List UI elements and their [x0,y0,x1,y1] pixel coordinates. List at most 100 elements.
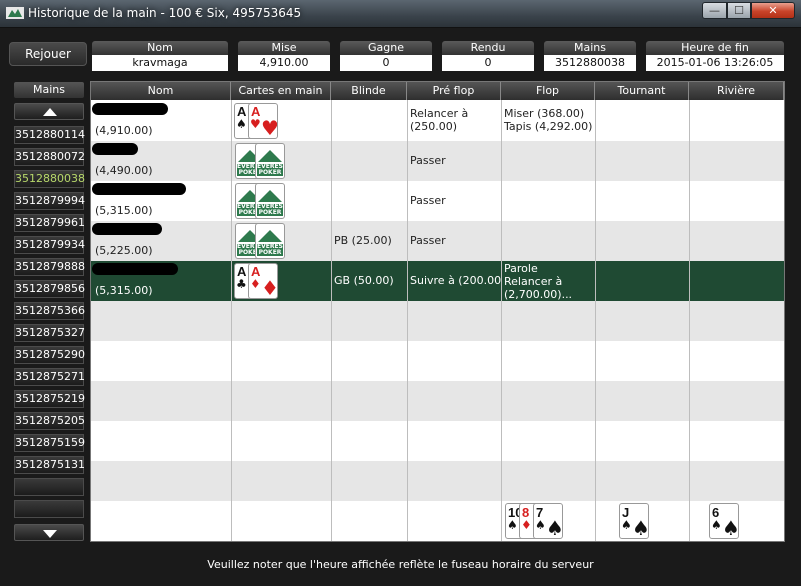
hand-list-item[interactable]: 3512875327 [14,324,85,342]
summary-hand: Mains 3512880038 [544,41,636,71]
card-suit-icon: ♠ [632,516,649,539]
card-suit-small-icon: ♦ [521,518,532,532]
card-suit-small-icon: ♠ [236,117,247,131]
preflop-action-cell: Passer [407,181,501,221]
table-row[interactable] [91,381,784,421]
player-cell: (5,225.00) [91,221,231,261]
table-row[interactable] [91,301,784,341]
table-row[interactable]: (4,490.00) EVEREST POKER EVEREST POKER Pass… [91,141,784,181]
column-divider [231,100,232,541]
flop-action-cell [501,141,595,181]
preflop-action: Passer [410,234,446,247]
blind-action: GB (50.00) [334,274,394,287]
hand-list-item[interactable]: 3512875205 [14,412,85,430]
flop-action-cell [501,221,595,261]
hand-list-item[interactable]: 3512879994 [14,192,85,210]
card-suit-small-icon: ♠ [711,518,722,532]
table-row[interactable]: (4,910.00) A♠♠A♥♥ Relancer à (250.00) Miser… [91,101,784,141]
column-header[interactable]: Tournant [595,82,689,100]
column-header[interactable]: Pré flop [407,82,501,100]
player-cell: (4,910.00) [91,101,231,141]
player-stack: (5,315.00) [95,284,153,297]
column-divider [331,100,332,541]
flop-card: 7 ♠ ♠ [533,503,563,539]
card-suit-icon: ♠ [722,516,739,539]
table-row[interactable]: (5,315.00) EVEREST POKER EVEREST POKER Pass… [91,181,784,221]
column-divider [501,100,502,541]
table-row[interactable] [91,421,784,461]
hand-list-item[interactable]: 3512875131 [14,456,85,474]
hand-list-item[interactable]: 3512879888 [14,258,85,276]
player-stack: (4,910.00) [95,124,153,137]
summary-label: Nom [92,41,228,55]
close-button[interactable]: ✕ [751,2,795,19]
player-cell: (4,490.00) [91,141,231,181]
summary-won: Gagne 0 [340,41,432,71]
hand-list-item[interactable]: 3512875271 [14,368,85,386]
preflop-action: Suivre à (200.00) [410,274,501,287]
replay-button[interactable]: Rejouer [9,42,87,66]
summary-value: 0 [340,55,432,71]
hole-cards-cell: A♣♣A♦♦ [231,261,331,301]
card-back-brand: EVEREST POKER [257,163,285,176]
card-suit-icon: ♠ [546,516,563,539]
table-row[interactable] [91,461,784,501]
player-cell: (5,315.00) [91,261,231,301]
summary-returned: Rendu 0 [442,41,534,71]
arrow-up-icon [43,108,57,116]
arrow-down-icon [43,530,57,538]
column-header[interactable]: Nom [91,82,231,100]
flop-action: Miser (368.00) Tapis (4,292.00) [504,107,593,133]
hand-list-item[interactable]: 3512880072 [14,148,85,166]
card-suit-icon: ♦ [261,276,278,299]
hole-card: A ♥ ♥ [248,103,278,139]
preflop-action: Relancer à (250.00) [410,107,469,133]
maximize-button[interactable]: ☐ [727,2,751,19]
scroll-up-button[interactable] [14,103,84,120]
river-card: 6 ♠ ♠ [709,503,739,539]
summary-value: 0 [442,55,534,71]
hand-list-item[interactable]: 3512875290 [14,346,85,364]
hand-list-item[interactable]: 3512879961 [14,214,85,232]
card-suit-small-icon: ♥ [250,117,261,131]
table-row[interactable]: (5,225.00) EVEREST POKER EVEREST POKER PB (… [91,221,784,261]
card-back: EVEREST POKER [255,183,285,219]
card-back: EVEREST POKER [255,223,285,259]
scroll-down-button[interactable] [14,524,84,541]
preflop-action-cell: Relancer à (250.00) [407,101,501,141]
hand-list: 3512880114 3512880072 3512880038 3512879994… [14,126,85,522]
preflop-action-cell: Passer [407,221,501,261]
column-header[interactable]: Blinde [331,82,407,100]
blind-action-cell [331,141,407,181]
column-header[interactable]: Rivière [689,82,784,100]
blind-action: PB (25.00) [334,234,392,247]
card-suit-small-icon: ♠ [535,518,546,532]
tree-logo-icon [258,150,282,162]
hand-history-table: Nom Cartes en main Blinde Pré flop Flop Tourn… [90,81,785,542]
table-row[interactable]: (5,315.00) A♣♣A♦♦GB (50.00) Suivre à (200.… [91,261,784,301]
player-stack: (5,225.00) [95,244,153,257]
summary-label: Heure de fin [646,41,784,55]
table-row[interactable] [91,341,784,381]
hand-list-item[interactable]: 3512879934 [14,236,85,254]
hands-header: Mains [14,82,84,98]
hand-list-item[interactable]: 3512880114 [14,126,85,144]
hand-list-item[interactable]: 3512880038 [14,170,85,188]
card-back: EVEREST POKER [255,143,285,179]
turn-card: J ♠ ♠ [619,503,649,539]
flop-action-cell: Parole Relancer à (2,700.00)... [501,261,595,301]
hand-list-item-empty [14,500,84,518]
summary-value: 3512880038 [544,55,636,71]
hand-list-item[interactable]: 3512875159 [14,434,85,452]
minimize-button[interactable]: — [702,2,727,19]
hand-list-item[interactable]: 3512875366 [14,302,85,320]
hole-cards-cell: EVEREST POKER EVEREST POKER [231,221,331,261]
summary-label: Rendu [442,41,534,55]
column-header[interactable]: Cartes en main [231,82,331,100]
hand-list-item[interactable]: 3512879856 [14,280,85,298]
hand-list-item[interactable]: 3512875219 [14,390,85,408]
flop-action-cell [501,181,595,221]
column-header[interactable]: Flop [501,82,595,100]
flop-action: Parole Relancer à (2,700.00)... [504,262,573,301]
timezone-note: Veuillez noter que l'heure affichée refl… [207,558,594,571]
